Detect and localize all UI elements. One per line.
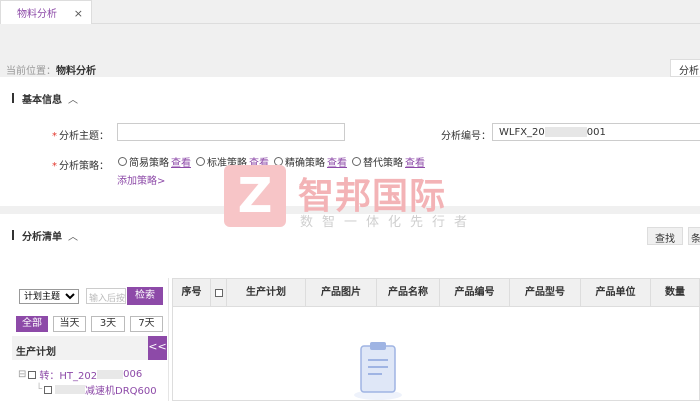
breadcrumb-prefix: 当前位置： <box>6 66 56 77</box>
text-mask <box>97 370 124 379</box>
chevron-up-icon[interactable]: ︿ <box>68 91 78 106</box>
tree-checkbox[interactable] <box>28 370 37 379</box>
col-product-model: 产品型号 <box>510 279 581 306</box>
tree-node-suffix: 006 <box>123 369 143 380</box>
breadcrumb-page: 物料分析 <box>56 66 96 77</box>
subject-input[interactable] <box>117 123 345 141</box>
code-label: 分析编号： <box>441 131 491 142</box>
col-product-unit: 产品单位 <box>581 279 651 306</box>
filter-3days[interactable]: 3天 <box>91 316 125 332</box>
code-suffix: 001 <box>586 127 606 138</box>
collapse-icon[interactable]: << <box>148 336 167 360</box>
query-button[interactable]: 查找 <box>647 227 683 245</box>
col-quantity: 数量 <box>665 287 685 298</box>
col-production-plan: 生产计划 <box>227 279 306 306</box>
tree-node-label: 转：HT_202 <box>39 371 98 382</box>
more-button[interactable]: 条 <box>688 227 700 245</box>
chevron-up-icon[interactable]: ︿ <box>68 228 78 243</box>
col-index: 序号 <box>173 279 211 306</box>
breadcrumb-bar: 当前位置：物料分析 分析 <box>0 24 700 77</box>
col-select-all[interactable] <box>211 279 227 306</box>
plan-subject-select[interactable]: 计划主题 <box>19 289 79 304</box>
tree-expand-icon[interactable]: ⊟ <box>18 369 26 380</box>
view-simple-link[interactable]: 查看 <box>171 154 191 169</box>
strategy-simple[interactable]: 简易策略 <box>129 154 169 169</box>
analysis-table: 序号 生产计划 产品图片 产品名称 产品编号 产品型号 产品单位 数量 <box>172 278 700 401</box>
col-product-name: 产品名称 <box>377 279 440 306</box>
required-mark: * <box>52 131 57 142</box>
tree-line: └ <box>36 384 43 395</box>
search-button[interactable]: 检索 <box>127 287 163 305</box>
filter-7days[interactable]: 7天 <box>130 316 163 332</box>
section-marker <box>12 230 14 240</box>
code-mask <box>544 127 587 137</box>
radio-simple[interactable] <box>118 157 127 166</box>
tree-node-label: 减速机DRQ600 <box>85 386 157 397</box>
select-all-checkbox[interactable] <box>214 288 223 297</box>
analyze-button[interactable]: 分析 <box>670 59 700 77</box>
add-strategy-link[interactable]: 添加策略> <box>117 172 165 187</box>
basic-info-header[interactable]: 基本信息 ︿ <box>12 91 78 106</box>
section-title: 基本信息 <box>22 94 62 106</box>
watermark-logo: Z <box>224 165 286 227</box>
tree-header: 生产计划 <box>12 336 167 360</box>
panel-divider <box>168 278 169 401</box>
text-mask <box>55 385 86 394</box>
watermark-subtitle: 数智一体化先行者 <box>300 215 477 230</box>
tab-material-analysis[interactable]: 物料分析 × <box>0 0 92 24</box>
analysis-list-header[interactable]: 分析清单 ︿ <box>12 228 78 243</box>
breadcrumb: 当前位置：物料分析 <box>6 62 96 77</box>
tree-checkbox[interactable] <box>44 385 53 394</box>
required-mark: * <box>52 161 57 172</box>
strategy-label: * 分析策略： <box>52 161 109 172</box>
tab-title: 物料分析 <box>17 9 57 20</box>
table-header: 序号 生产计划 产品图片 产品名称 产品编号 产品型号 产品单位 数量 <box>173 279 699 307</box>
tab-bar: 物料分析 × <box>0 0 700 24</box>
close-icon[interactable]: × <box>74 7 83 20</box>
clipboard-icon <box>354 342 402 400</box>
watermark: Z 智邦国际 数智一体化先行者 <box>224 165 484 235</box>
filter-all[interactable]: 全部 <box>16 316 48 332</box>
keyword-input[interactable]: 输入后按回 <box>86 288 126 304</box>
code-prefix: WLFX_20 <box>499 127 545 138</box>
filter-today[interactable]: 当天 <box>53 316 86 332</box>
subject-label: * 分析主题： <box>52 131 109 142</box>
section-marker <box>12 93 14 103</box>
radio-standard[interactable] <box>196 157 205 166</box>
code-field[interactable]: WLFX_20 001 <box>492 123 700 141</box>
tree-node-plan[interactable]: ⊟ 转：HT_202 006 <box>18 367 142 382</box>
section-title: 分析清单 <box>22 231 62 243</box>
tree-node-product[interactable]: └ 减速机DRQ600 <box>36 382 157 397</box>
col-product-code: 产品编号 <box>440 279 510 306</box>
col-product-image: 产品图片 <box>306 279 377 306</box>
